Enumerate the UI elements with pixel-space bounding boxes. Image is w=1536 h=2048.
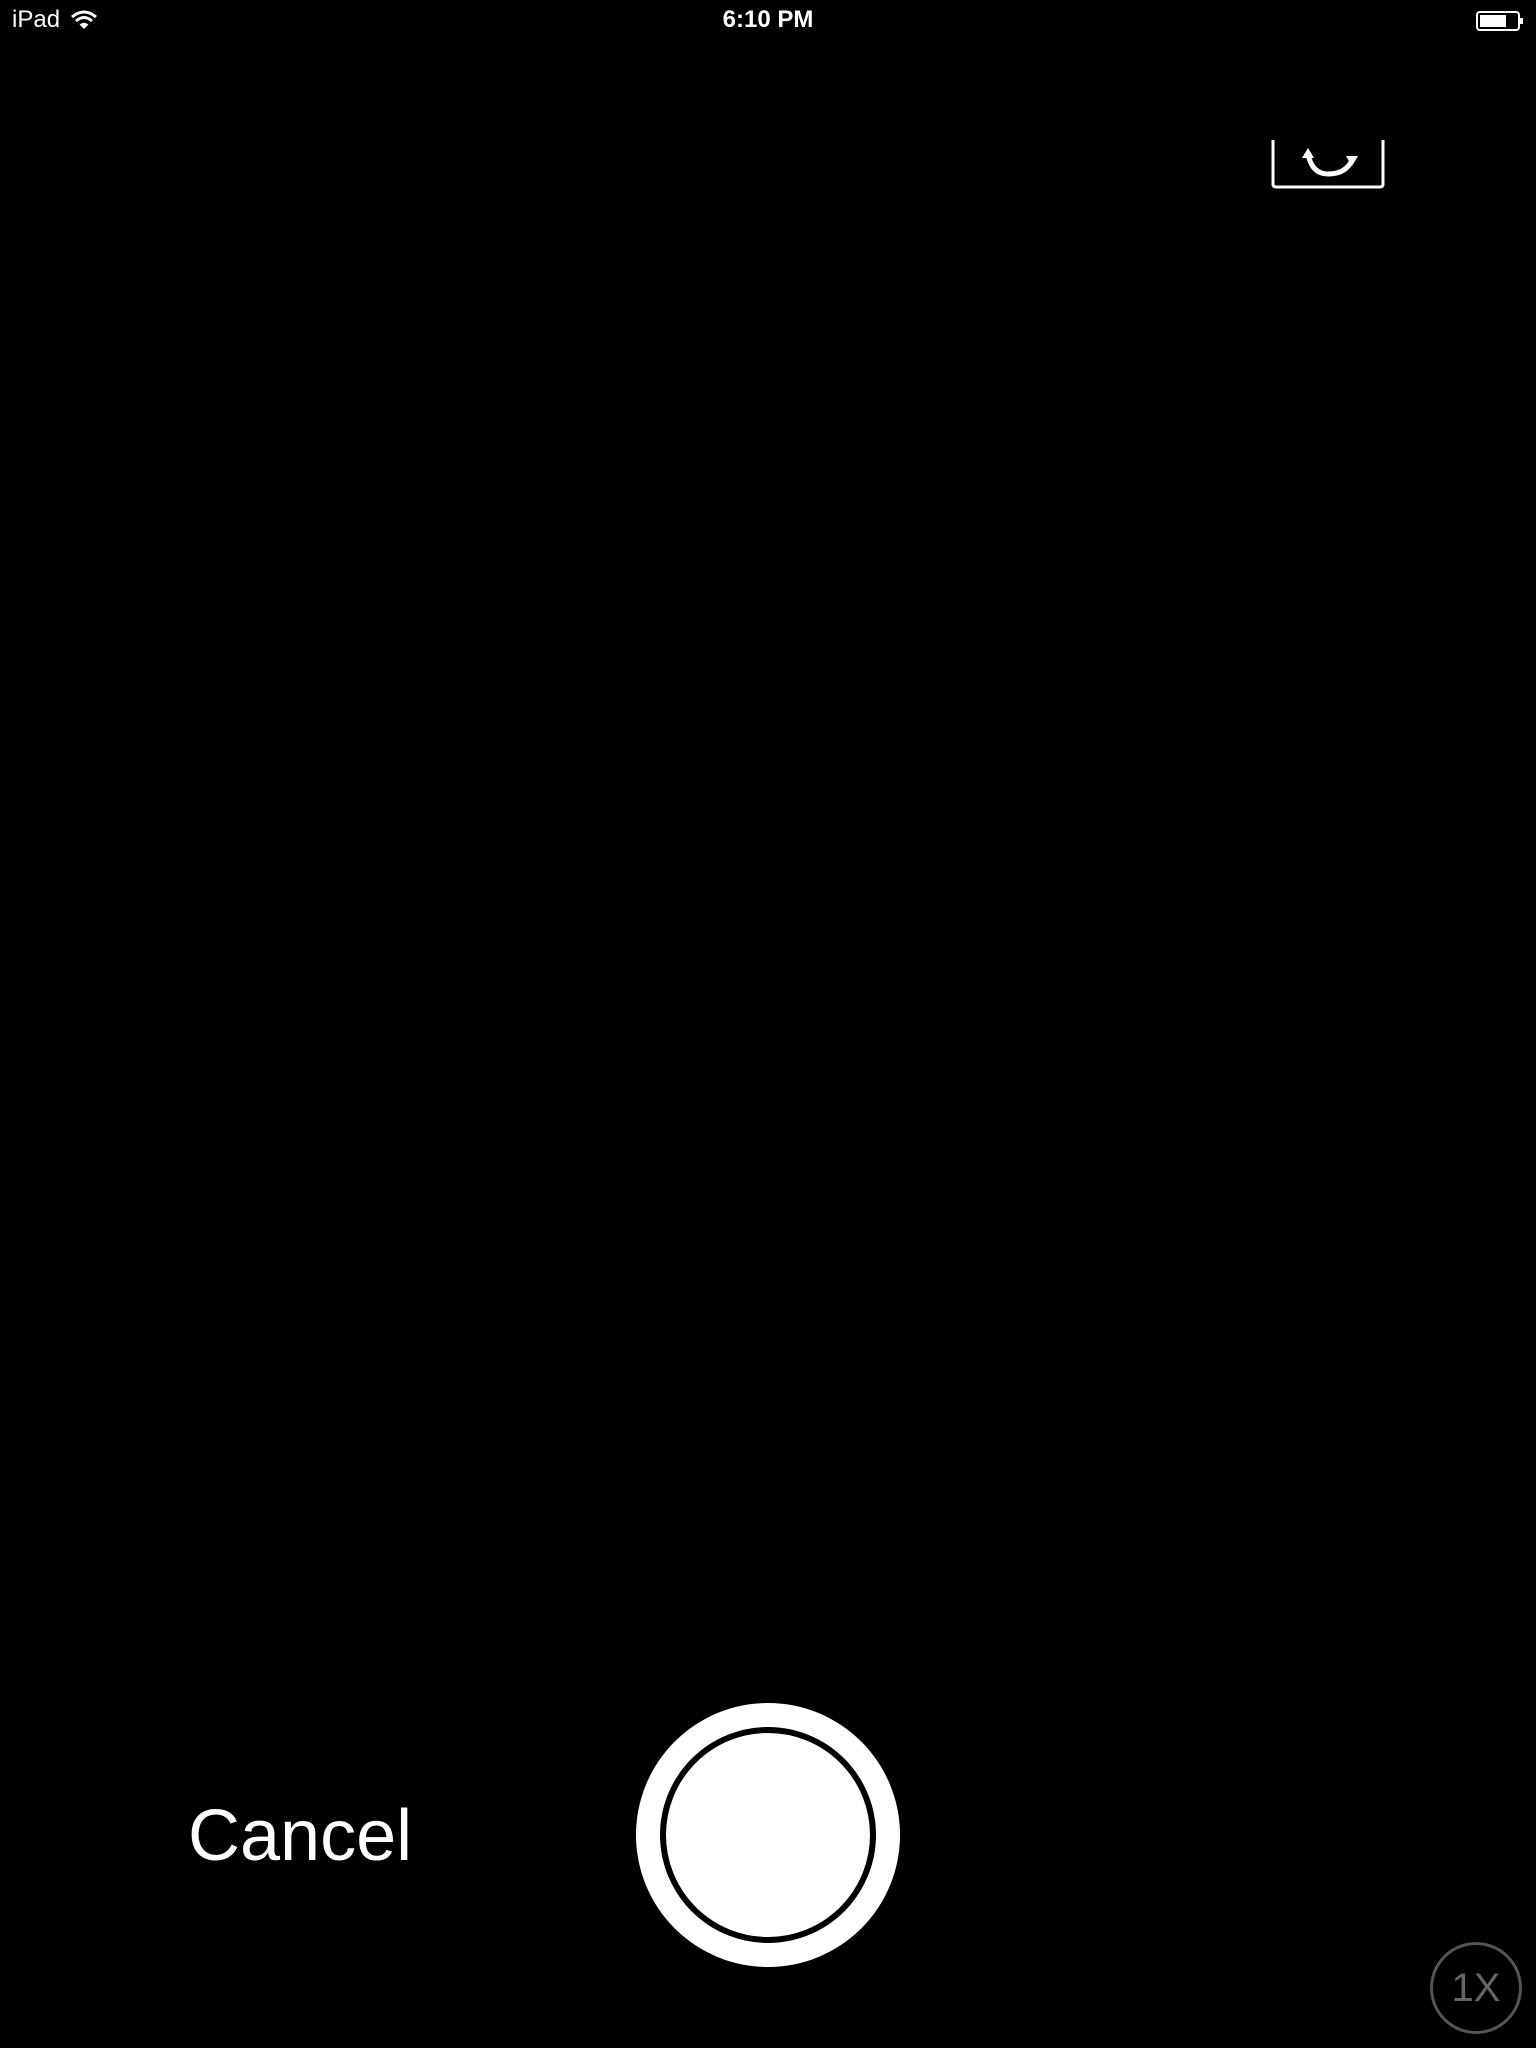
flip-camera-button[interactable] — [1270, 140, 1386, 190]
flip-camera-icon — [1270, 140, 1386, 190]
zoom-label: 1X — [1451, 1965, 1501, 2010]
cancel-button[interactable]: Cancel — [188, 1796, 412, 1876]
shutter-button[interactable] — [636, 1703, 900, 1967]
shutter-icon — [660, 1727, 876, 1943]
status-bar: iPad 6:10 PM — [0, 0, 1536, 40]
status-time: 6:10 PM — [722, 6, 814, 33]
battery-icon — [1476, 10, 1524, 32]
zoom-indicator[interactable]: 1X — [1430, 1942, 1522, 2034]
